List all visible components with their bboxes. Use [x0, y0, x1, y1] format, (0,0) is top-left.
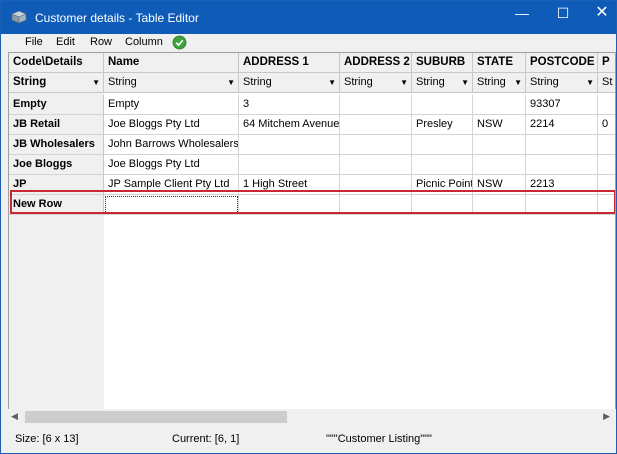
table-cell[interactable]	[473, 95, 526, 115]
column-type-select[interactable]: String ▼	[473, 73, 526, 93]
table-cell[interactable]	[340, 115, 412, 135]
table-cell[interactable]	[473, 155, 526, 175]
row-header[interactable]: New Row	[9, 195, 104, 215]
column-type-select[interactable]: String ▼	[104, 73, 239, 93]
column-type-select[interactable]: String ▼	[526, 73, 598, 93]
menu-edit[interactable]: Edit	[56, 36, 75, 48]
column-type-select[interactable]: String ▼	[340, 73, 412, 93]
row-header[interactable]: Joe Bloggs	[9, 155, 104, 175]
minimize-button[interactable]: —	[505, 1, 539, 27]
row-header[interactable]: Empty	[9, 95, 104, 115]
table-cell[interactable]	[598, 195, 615, 215]
row-header[interactable]: JB Retail	[9, 115, 104, 135]
table-cell[interactable]	[598, 95, 615, 115]
table-cell[interactable]	[526, 195, 598, 215]
table-app-icon	[11, 10, 27, 24]
table-cell[interactable]: Empty	[104, 95, 239, 115]
table-cell[interactable]	[412, 195, 473, 215]
table-cell[interactable]	[412, 155, 473, 175]
table-cell[interactable]: NSW	[473, 115, 526, 135]
menu-file[interactable]: File	[25, 36, 43, 48]
table-cell[interactable]: JP Sample Client Pty Ltd	[104, 175, 239, 195]
table-cell[interactable]	[598, 135, 615, 155]
corner-header: Code\Details	[9, 53, 104, 73]
column-type-select[interactable]: String ▼	[239, 73, 340, 93]
column-header[interactable]: POSTCODE	[526, 53, 598, 73]
row-header[interactable]: JB Wholesalers	[9, 135, 104, 155]
table-cell[interactable]: Presley	[412, 115, 473, 135]
column-header[interactable]: Name	[104, 53, 239, 73]
table-cell[interactable]: 1 High Street	[239, 175, 340, 195]
menu-column[interactable]: Column	[125, 36, 163, 48]
table-cell[interactable]	[239, 195, 340, 215]
type-dropdown-icon[interactable]: ▼	[92, 73, 100, 92]
maximize-button[interactable]: ☐	[546, 1, 580, 27]
table-cell[interactable]	[473, 195, 526, 215]
table-cell[interactable]	[340, 195, 412, 215]
menu-row[interactable]: Row	[90, 36, 112, 48]
type-dropdown-icon[interactable]: ▼	[328, 73, 336, 92]
status-listing: """Customer Listing"""	[326, 433, 432, 445]
table-cell[interactable]	[340, 155, 412, 175]
table-cell[interactable]	[340, 95, 412, 115]
table-cell[interactable]: 64 Mitchem Avenue	[239, 115, 340, 135]
status-current: Current: [6, 1]	[172, 433, 240, 445]
status-size: Size: [6 x 13]	[15, 433, 79, 445]
horizontal-scrollbar[interactable]: ◀ ▶	[8, 409, 616, 426]
table-cell[interactable]	[104, 195, 239, 215]
checkmark-icon[interactable]	[172, 35, 187, 50]
column-header[interactable]: P	[598, 53, 615, 73]
table-cell[interactable]: Picnic Point	[412, 175, 473, 195]
table-cell[interactable]	[473, 135, 526, 155]
scroll-right-icon[interactable]: ▶	[603, 411, 610, 422]
table-cell[interactable]	[340, 175, 412, 195]
table-cell[interactable]: 0	[598, 115, 615, 135]
column-header[interactable]: STATE	[473, 53, 526, 73]
type-dropdown-icon[interactable]: ▼	[461, 73, 469, 92]
table-grid[interactable]: Code\Details Name ADDRESS 1 ADDRESS 2 SUBURB…	[8, 52, 616, 410]
scroll-left-icon[interactable]: ◀	[11, 411, 18, 422]
type-dropdown-icon[interactable]: ▼	[586, 73, 594, 92]
window-title: Customer details - Table Editor	[35, 11, 199, 25]
column-type-select[interactable]: String ▼	[412, 73, 473, 93]
table-cell[interactable]: Joe Bloggs Pty Ltd	[104, 155, 239, 175]
table-cell[interactable]	[526, 135, 598, 155]
table-cell[interactable]	[239, 135, 340, 155]
scrollbar-thumb[interactable]	[25, 411, 287, 423]
table-cell[interactable]	[526, 155, 598, 175]
table-cell[interactable]	[412, 135, 473, 155]
corner-type-select[interactable]: String ▼	[9, 73, 104, 93]
table-cell[interactable]: 3	[239, 95, 340, 115]
type-dropdown-icon[interactable]: ▼	[400, 73, 408, 92]
table-cell[interactable]	[340, 135, 412, 155]
column-header[interactable]: ADDRESS 2	[340, 53, 412, 73]
table-cell[interactable]: 2214	[526, 115, 598, 135]
menu-bar: File Edit Row Column	[1, 34, 616, 52]
row-header[interactable]: JP	[9, 175, 104, 195]
close-button[interactable]: ✕	[585, 1, 617, 27]
type-dropdown-icon[interactable]: ▼	[514, 73, 522, 92]
status-bar: Size: [6 x 13] Current: [6, 1] """Custom…	[1, 429, 616, 453]
table-cell[interactable]: John Barrows Wholesalers	[104, 135, 239, 155]
table-cell[interactable]	[598, 175, 615, 195]
table-cell[interactable]: 93307	[526, 95, 598, 115]
type-dropdown-icon[interactable]: ▼	[227, 73, 235, 92]
title-bar: Customer details - Table Editor — ☐ ✕	[1, 1, 616, 34]
column-header[interactable]: ADDRESS 1	[239, 53, 340, 73]
table-editor-window: Customer details - Table Editor — ☐ ✕ Fi…	[0, 0, 617, 454]
table-cell[interactable]	[239, 155, 340, 175]
table-cell[interactable]	[598, 155, 615, 175]
column-header[interactable]: SUBURB	[412, 53, 473, 73]
table-cell[interactable]: NSW	[473, 175, 526, 195]
table-cell[interactable]	[412, 95, 473, 115]
column-type-select[interactable]: St	[598, 73, 615, 93]
table-cell[interactable]: 2213	[526, 175, 598, 195]
table-cell[interactable]: Joe Bloggs Pty Ltd	[104, 115, 239, 135]
